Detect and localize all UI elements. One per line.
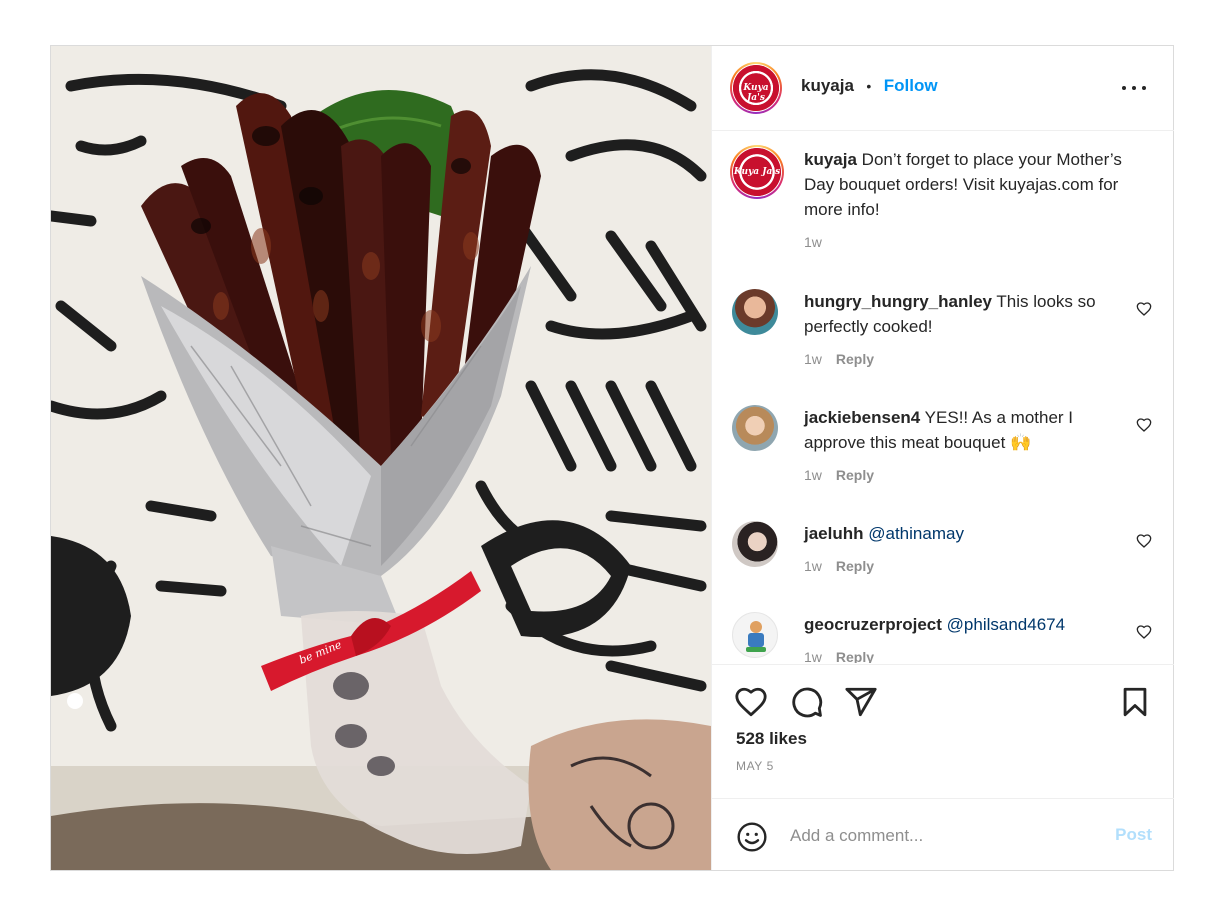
avatar[interactable]	[732, 289, 778, 335]
instagram-post: be mine Kuya Ja's kuyaja • Follow Kuya J…	[50, 45, 1174, 871]
post-photo[interactable]: be mine	[51, 46, 711, 870]
bookmark-icon[interactable]	[1118, 685, 1152, 719]
reply-button[interactable]: Reply	[836, 649, 874, 663]
heart-icon[interactable]	[734, 685, 768, 719]
comment-mention[interactable]: @athinamay	[868, 524, 964, 543]
comment-time[interactable]: 1w	[804, 351, 822, 367]
post-header: Kuya Ja's kuyaja • Follow	[712, 46, 1174, 131]
emoji-smiley-icon[interactable]	[736, 821, 768, 853]
logo-text: Kuya Ja's	[733, 167, 781, 178]
reply-button[interactable]: Reply	[836, 351, 874, 367]
comment-username[interactable]: jaeluhh	[804, 524, 864, 543]
comment-item: geocruzerproject @philsand4674 1w Reply	[732, 612, 1152, 663]
comment-like-icon[interactable]	[1136, 301, 1152, 317]
follow-button[interactable]: Follow	[884, 76, 938, 95]
comment-composer: Post	[712, 798, 1174, 871]
avatar[interactable]	[732, 612, 778, 658]
caption-time[interactable]: 1w	[804, 234, 822, 250]
comment-username[interactable]: hungry_hungry_hanley	[804, 292, 992, 311]
comment-time[interactable]: 1w	[804, 467, 822, 483]
comment-like-icon[interactable]	[1136, 624, 1152, 640]
more-options-icon[interactable]	[1120, 74, 1148, 102]
comment-mention[interactable]: @philsand4674	[947, 615, 1065, 634]
author-avatar[interactable]: Kuya Ja's	[730, 62, 782, 114]
avatar[interactable]	[732, 521, 778, 567]
reply-button[interactable]: Reply	[836, 558, 874, 574]
paper-plane-icon[interactable]	[844, 685, 878, 719]
comment-input[interactable]	[790, 821, 1080, 851]
post-date[interactable]: MAY 5	[736, 759, 774, 773]
comment-item: jaeluhh @athinamay 1w Reply	[732, 521, 1152, 591]
logo-text: Kuya Ja's	[743, 83, 769, 104]
post-actions: 528 likes MAY 5	[712, 664, 1174, 799]
comments-list[interactable]: Kuya Ja's kuyaja Don’t forget to place y…	[712, 131, 1174, 663]
separator-dot: •	[866, 78, 872, 94]
caption-username[interactable]: kuyaja	[804, 150, 857, 169]
meat-bouquet-photo: be mine	[51, 46, 711, 870]
comment-like-icon[interactable]	[1136, 417, 1152, 433]
comment-item: jackiebensen4 YES!! As a mother I approv…	[732, 405, 1152, 495]
likes-count[interactable]: 528 likes	[736, 729, 807, 749]
kuyaja-logo: Kuya Ja's	[733, 148, 781, 196]
avatar[interactable]	[732, 405, 778, 451]
post-sidebar: Kuya Ja's kuyaja • Follow Kuya Ja's kuya…	[711, 46, 1174, 870]
caption-avatar[interactable]: Kuya Ja's	[730, 145, 784, 199]
caption-item: Kuya Ja's kuyaja Don’t forget to place y…	[730, 145, 1152, 257]
reply-button[interactable]: Reply	[836, 467, 874, 483]
comment-like-icon[interactable]	[1136, 533, 1152, 549]
author-username[interactable]: kuyaja	[801, 76, 854, 95]
comment-time[interactable]: 1w	[804, 649, 822, 663]
comment-username[interactable]: geocruzerproject	[804, 615, 942, 634]
comment-username[interactable]: jackiebensen4	[804, 408, 920, 427]
post-comment-button[interactable]: Post	[1115, 825, 1152, 845]
comment-bubble-icon[interactable]	[790, 685, 824, 719]
comment-time[interactable]: 1w	[804, 558, 822, 574]
comment-item: hungry_hungry_hanley This looks so perfe…	[732, 289, 1152, 379]
kuyaja-logo: Kuya Ja's	[733, 65, 779, 111]
